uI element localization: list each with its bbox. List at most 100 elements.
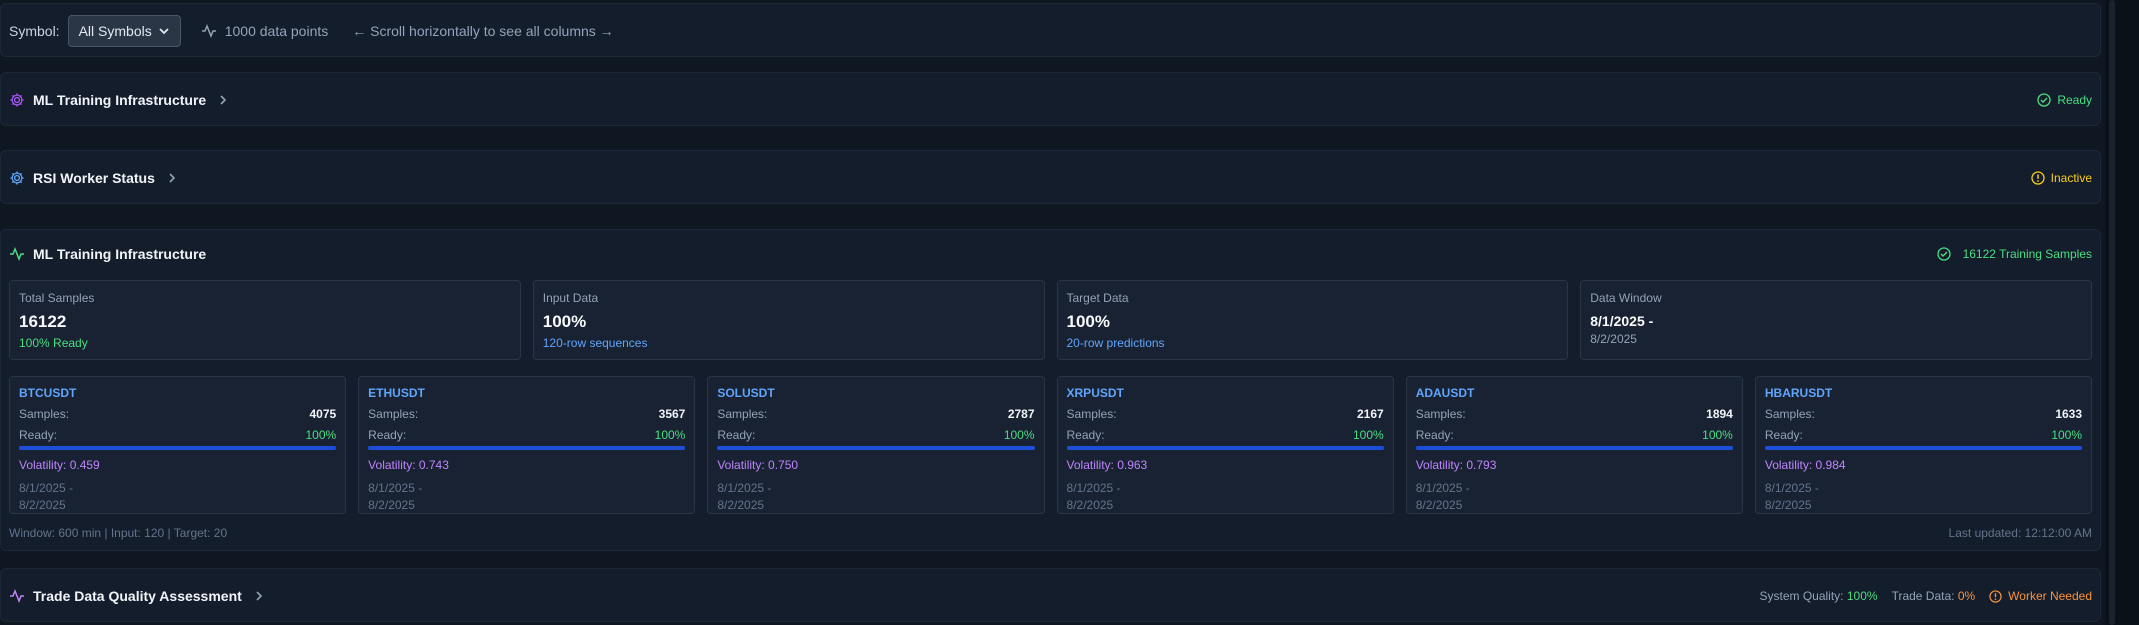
ready-value: 100% [305, 428, 337, 442]
symbol-name: SOLUSDT [717, 386, 775, 400]
last-updated: Last updated: 12:12:00 AM [1948, 526, 2092, 540]
symbol-card: XRPUSDT Samples: 2167 Ready: 100% Volatili… [1056, 376, 1394, 514]
rsi-worker-status: Inactive [2030, 171, 2092, 185]
rsi-worker-title: RSI Worker Status [33, 170, 155, 186]
ready-progress-bar [717, 446, 1035, 450]
samples-label: Samples: [1066, 407, 1117, 421]
total-samples-sub: 100% Ready [19, 336, 88, 350]
samples-value: 1633 [2055, 407, 2083, 421]
date-from: 8/1/2025 - [1764, 481, 1819, 495]
volatility: Volatility: 0.743 [368, 458, 449, 472]
symbol-card: SOLUSDT Samples: 2787 Ready: 100% Volatili… [707, 376, 1045, 514]
activity-icon [201, 23, 216, 39]
samples-value: 2787 [1007, 407, 1035, 421]
ready-progress-bar [1066, 446, 1384, 450]
ml-training-panel: ML Training Infrastructure 16122 Trainin… [0, 229, 2101, 551]
scrollbar-thumb[interactable] [2109, 0, 2115, 625]
ready-progress-fill [1764, 446, 2083, 450]
symbol-select-value: All Symbols [78, 23, 152, 39]
activity-icon [10, 588, 24, 604]
activity-icon [10, 246, 24, 262]
rsi-worker-status-text: Inactive [2050, 171, 2092, 185]
worker-status-text: Worker Needed [2008, 589, 2092, 603]
samples-label: Samples: [1415, 407, 1466, 421]
date-to: 8/2/2025 [717, 498, 765, 512]
date-from: 8/1/2025 - [1066, 481, 1121, 495]
ready-value: 100% [1003, 428, 1035, 442]
trade-quality-title: Trade Data Quality Assessment [33, 588, 242, 604]
symbol-select[interactable]: All Symbols [67, 15, 181, 47]
trade-data-label: Trade Data: [1891, 589, 1955, 603]
chevron-right-icon[interactable] [167, 172, 177, 184]
volatility: Volatility: 0.793 [1415, 458, 1497, 472]
gear-icon [10, 171, 24, 185]
training-samples-text: 16122 Training Samples [1962, 247, 2092, 261]
samples-value: 4075 [309, 407, 337, 421]
ready-progress-fill [19, 446, 337, 450]
ml-infra-title: ML Training Infrastructure [33, 92, 207, 108]
samples-label: Samples: [1764, 407, 1815, 421]
gear-icon [10, 93, 24, 107]
trade-data-value: 0% [1957, 589, 1976, 603]
samples-value: 3567 [658, 407, 686, 421]
date-to: 8/2/2025 [19, 498, 66, 512]
check-circle-icon [2037, 93, 2051, 107]
date-to: 8/2/2025 [368, 498, 415, 512]
symbol-name: ETHUSDT [368, 386, 425, 400]
samples-value: 2167 [1356, 407, 1384, 421]
ready-value: 100% [1702, 428, 1733, 442]
training-samples-status: 16122 Training Samples [1936, 247, 2092, 261]
volatility: Volatility: 0.984 [1764, 458, 1846, 472]
symbol-card: BTCUSDT Samples: 4075 Ready: 100% Volatili… [9, 376, 347, 514]
ready-label: Ready: [368, 428, 407, 442]
data-window-value: 8/1/2025 - [1590, 313, 1654, 329]
samples-label: Samples: [717, 407, 768, 421]
input-data-sub: 120-row sequences [542, 336, 648, 350]
target-data-value: 100% [1066, 312, 1110, 331]
samples-label: Samples: [368, 407, 419, 421]
worker-status: Worker Needed [1989, 589, 2092, 603]
data-window-card: Data Window 8/1/2025 - 8/2/2025 [1580, 280, 2092, 360]
target-data-card: Target Data 100% 20-row predictions [1056, 280, 1569, 360]
trade-quality-section[interactable]: Trade Data Quality Assessment System Qua… [0, 568, 2101, 622]
ready-progress-bar [1415, 446, 1733, 450]
window-summary: Window: 600 min | Input: 120 | Target: 2… [9, 526, 228, 540]
ready-value: 100% [1352, 428, 1384, 442]
input-data-value: 100% [542, 312, 587, 331]
rsi-worker-section[interactable]: RSI Worker Status Inactive [0, 150, 2101, 204]
data-window-sub: 8/2/2025 [1590, 332, 1637, 346]
symbol-card: HBARUSDT Samples: 1633 Ready: 100% Volatil… [1754, 376, 2093, 514]
target-data-label: Target Data [1066, 291, 1129, 305]
ml-infra-status: Ready [2037, 93, 2092, 107]
ml-infra-status-text: Ready [2057, 93, 2092, 107]
ready-progress-bar [19, 446, 337, 450]
chevron-right-icon[interactable] [218, 94, 228, 106]
data-window-label: Data Window [1590, 291, 1662, 305]
date-from: 8/1/2025 - [19, 481, 74, 495]
input-data-card: Input Data 100% 120-row sequences [532, 280, 1045, 360]
date-from: 8/1/2025 - [1415, 481, 1470, 495]
panel-footer: Window: 600 min | Input: 120 | Target: 2… [9, 526, 2092, 540]
target-data-sub: 20-row predictions [1066, 336, 1165, 350]
total-samples-card: Total Samples 16122 100% Ready [9, 280, 521, 360]
symbol-card: ETHUSDT Samples: 3567 Ready: 100% Volatili… [358, 376, 696, 514]
system-quality-value: 100% [1846, 589, 1878, 603]
ml-training-title: ML Training Infrastructure [33, 246, 207, 262]
symbol-name: XRPUSDT [1066, 386, 1124, 400]
volatility: Volatility: 0.459 [19, 458, 100, 472]
date-to: 8/2/2025 [1415, 498, 1463, 512]
ready-progress-fill [1066, 446, 1384, 450]
volatility: Volatility: 0.963 [1066, 458, 1148, 472]
symbol-name: ADAUSDT [1415, 386, 1475, 400]
date-to: 8/2/2025 [1066, 498, 1114, 512]
ready-progress-fill [717, 446, 1035, 450]
ready-label: Ready: [1764, 428, 1803, 442]
ml-infra-section[interactable]: ML Training Infrastructure Ready [0, 72, 2101, 126]
ready-progress-fill [1415, 446, 1733, 450]
date-from: 8/1/2025 - [368, 481, 423, 495]
samples-value: 1894 [1706, 407, 1733, 421]
ready-label: Ready: [717, 428, 756, 442]
chevron-right-icon[interactable] [254, 590, 264, 602]
ready-progress-bar [1764, 446, 2083, 450]
chevron-down-icon [159, 28, 169, 35]
